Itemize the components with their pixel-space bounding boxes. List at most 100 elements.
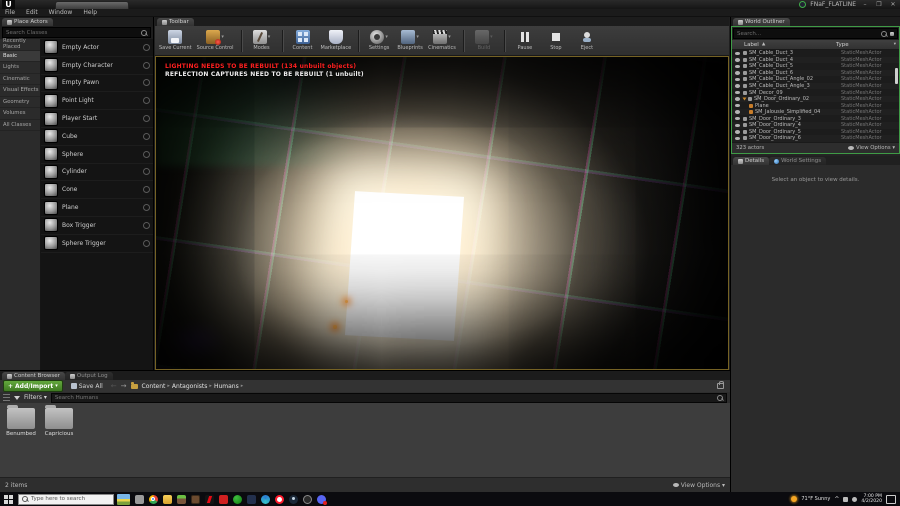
outliner-search-input[interactable]: Search... (733, 28, 898, 39)
weather-widget-icon[interactable] (117, 493, 130, 505)
taskbar-app-dark-app[interactable] (245, 493, 257, 505)
toolbar-marketplace-button[interactable]: Marketplace (321, 30, 351, 51)
toolbar-settings-button[interactable]: ▾ Settings (366, 30, 392, 51)
place-item-empty-character[interactable]: Empty Character (41, 57, 153, 75)
dropdown-arrow-icon[interactable]: ▾ (490, 34, 493, 40)
level-viewport[interactable]: LIGHTING NEEDS TO BE REBUILT (134 unbuil… (155, 56, 729, 370)
outliner-row-sm-cable-duct-4[interactable]: SM_Cable_Duct_4 StaticMeshActor (732, 56, 899, 64)
outliner-row-sm-cable-duct-6[interactable]: SM_Cable_Duct_6 StaticMeshActor (732, 69, 899, 77)
filters-button[interactable]: Filters ▾ (24, 394, 47, 401)
close-button[interactable]: ✕ (888, 1, 898, 9)
type-column-dropdown-icon[interactable]: ▾ (894, 42, 896, 47)
toolbar-tab[interactable]: Toolbar (157, 18, 194, 26)
breadcrumb-content[interactable]: Content (142, 383, 166, 390)
start-button[interactable] (2, 493, 15, 506)
taskbar-app-edge[interactable] (259, 493, 271, 505)
dropdown-arrow-icon[interactable]: ▾ (385, 34, 388, 40)
visibility-eye-icon[interactable] (735, 116, 740, 121)
visibility-eye-icon[interactable] (735, 51, 740, 56)
taskbar-clock[interactable]: 7:00 PM 4/2/2020 (861, 494, 882, 505)
world-outliner-tab[interactable]: World Outliner (733, 18, 790, 26)
outliner-row-sm-cable-duct-3[interactable]: SM_Cable_Duct_3 StaticMeshActor (732, 50, 899, 57)
outliner-row-sm-cable-duct-5[interactable]: SM_Cable_Duct_5 StaticMeshActor (732, 63, 899, 70)
breadcrumb-antagonists[interactable]: Antagonists (172, 383, 208, 390)
taskbar-search-input[interactable]: Type here to search (18, 493, 114, 505)
visibility-eye-icon[interactable] (735, 77, 740, 82)
visibility-eye-icon[interactable] (735, 110, 740, 114)
taskbar-app-discord[interactable] (315, 493, 327, 505)
outliner-column-header[interactable]: Label ▲ Type ▾ (732, 40, 899, 50)
taskbar-app-file-explorer[interactable] (161, 493, 173, 505)
category-basic[interactable]: Basic (0, 50, 40, 62)
place-item-cylinder[interactable]: Cylinder (41, 164, 153, 182)
account-avatar-icon[interactable] (799, 1, 807, 8)
outliner-filter-icon[interactable] (890, 31, 894, 36)
sources-toggle-icon[interactable] (3, 394, 10, 401)
expand-arrow-icon[interactable] (742, 97, 747, 101)
world-settings-tab[interactable]: World Settings (769, 157, 827, 165)
visibility-eye-icon[interactable] (735, 123, 740, 128)
visibility-eye-icon[interactable] (735, 103, 740, 108)
category-all-classes[interactable]: All Classes (0, 120, 40, 131)
path-folder-icon[interactable] (130, 381, 138, 389)
place-item-empty-pawn[interactable]: Empty Pawn (41, 75, 153, 93)
save-all-button[interactable]: Save All (67, 381, 107, 391)
cb-view-options-button[interactable]: View Options ▾ (672, 482, 725, 489)
place-item-cube[interactable]: Cube (41, 128, 153, 146)
add-import-button[interactable]: + Add/Import ▾ (3, 380, 63, 392)
level-document-tab[interactable] (55, 1, 129, 9)
dropdown-arrow-icon[interactable]: ▾ (268, 34, 271, 40)
dropdown-arrow-icon[interactable]: ▾ (416, 34, 419, 40)
menu-window[interactable]: Window (49, 9, 73, 16)
toolbar-save-current-button[interactable]: Save Current (159, 30, 192, 51)
visibility-eye-icon[interactable] (735, 84, 740, 88)
taskbar-app-chrome[interactable] (147, 493, 159, 505)
category-lights[interactable]: Lights (0, 62, 40, 74)
visibility-eye-icon[interactable] (735, 130, 740, 134)
tray-icon-1[interactable] (843, 496, 849, 502)
outliner-row-sm-door-ordinary-5[interactable]: SM_Door_Ordinary_5 StaticMeshActor (732, 129, 899, 136)
content-browser-tab[interactable]: Content Browser (2, 372, 65, 380)
filter-funnel-icon[interactable] (14, 395, 20, 400)
history-back-button[interactable]: ← (111, 381, 117, 391)
toolbar-blueprints-button[interactable]: ▾ Blueprints (397, 30, 423, 51)
place-item-player-start[interactable]: Player Start (41, 110, 153, 128)
toolbar-eject-button[interactable]: Eject (574, 30, 600, 51)
outliner-view-options-button[interactable]: View Options ▾ (847, 145, 895, 151)
sort-ascending-icon[interactable]: ▲ (762, 42, 765, 47)
category-volumes[interactable]: Volumes (0, 108, 40, 120)
outliner-row-sm-cable-duct-angle-02[interactable]: SM_Cable_Duct_Angle_02 StaticMeshActor (732, 76, 899, 83)
visibility-eye-icon[interactable] (735, 90, 740, 95)
outliner-row-sm-cable-duct-angle-3[interactable]: SM_Cable_Duct_Angle_3 StaticMeshActor (732, 82, 899, 90)
outliner-row-sm-door-ordinary-6[interactable]: SM_Door_Ordinary_6 StaticMeshActor (732, 135, 899, 142)
outliner-row-plane[interactable]: Plane StaticMeshActor (732, 102, 899, 109)
folder-capricious[interactable]: Capricious (42, 405, 76, 437)
details-tab[interactable]: Details (733, 157, 770, 165)
category-geometry[interactable]: Geometry (0, 97, 40, 108)
minimize-button[interactable]: – (860, 1, 870, 9)
place-actors-search-input[interactable]: Search Classes (2, 27, 151, 38)
taskbar-app-ring-app[interactable] (301, 493, 313, 505)
category-recently-placed[interactable]: Recently Placed (0, 38, 40, 51)
place-item-cone[interactable]: Cone (41, 181, 153, 200)
taskbar-app-opera[interactable] (273, 493, 285, 505)
lock-icon[interactable] (717, 381, 724, 389)
folder-benumbed[interactable]: Benumbed (4, 405, 38, 437)
place-item-plane[interactable]: Plane (41, 199, 153, 217)
toolbar-pause-button[interactable]: Pause (512, 30, 538, 51)
weather-text[interactable]: 71°F Sunny (801, 496, 830, 502)
toolbar-modes-button[interactable]: ▾ Modes (249, 30, 275, 51)
visibility-eye-icon[interactable] (735, 64, 740, 69)
taskbar-app-red-app[interactable] (217, 493, 229, 505)
menu-file[interactable]: File (5, 9, 15, 16)
place-item-empty-actor[interactable]: Empty Actor (41, 39, 153, 57)
visibility-eye-icon[interactable] (735, 136, 740, 141)
dropdown-arrow-icon[interactable]: ▾ (448, 34, 451, 40)
visibility-eye-icon[interactable] (735, 58, 740, 62)
place-item-sphere[interactable]: Sphere (41, 146, 153, 164)
taskbar-app-steam[interactable] (287, 493, 299, 505)
outliner-row-sm-door-ordinary-4[interactable]: SM_Door_Ordinary_4 StaticMeshActor (732, 122, 899, 129)
action-center-icon[interactable] (886, 494, 896, 504)
taskbar-app-xbox[interactable] (231, 493, 243, 505)
restore-button[interactable]: ❐ (874, 1, 884, 9)
